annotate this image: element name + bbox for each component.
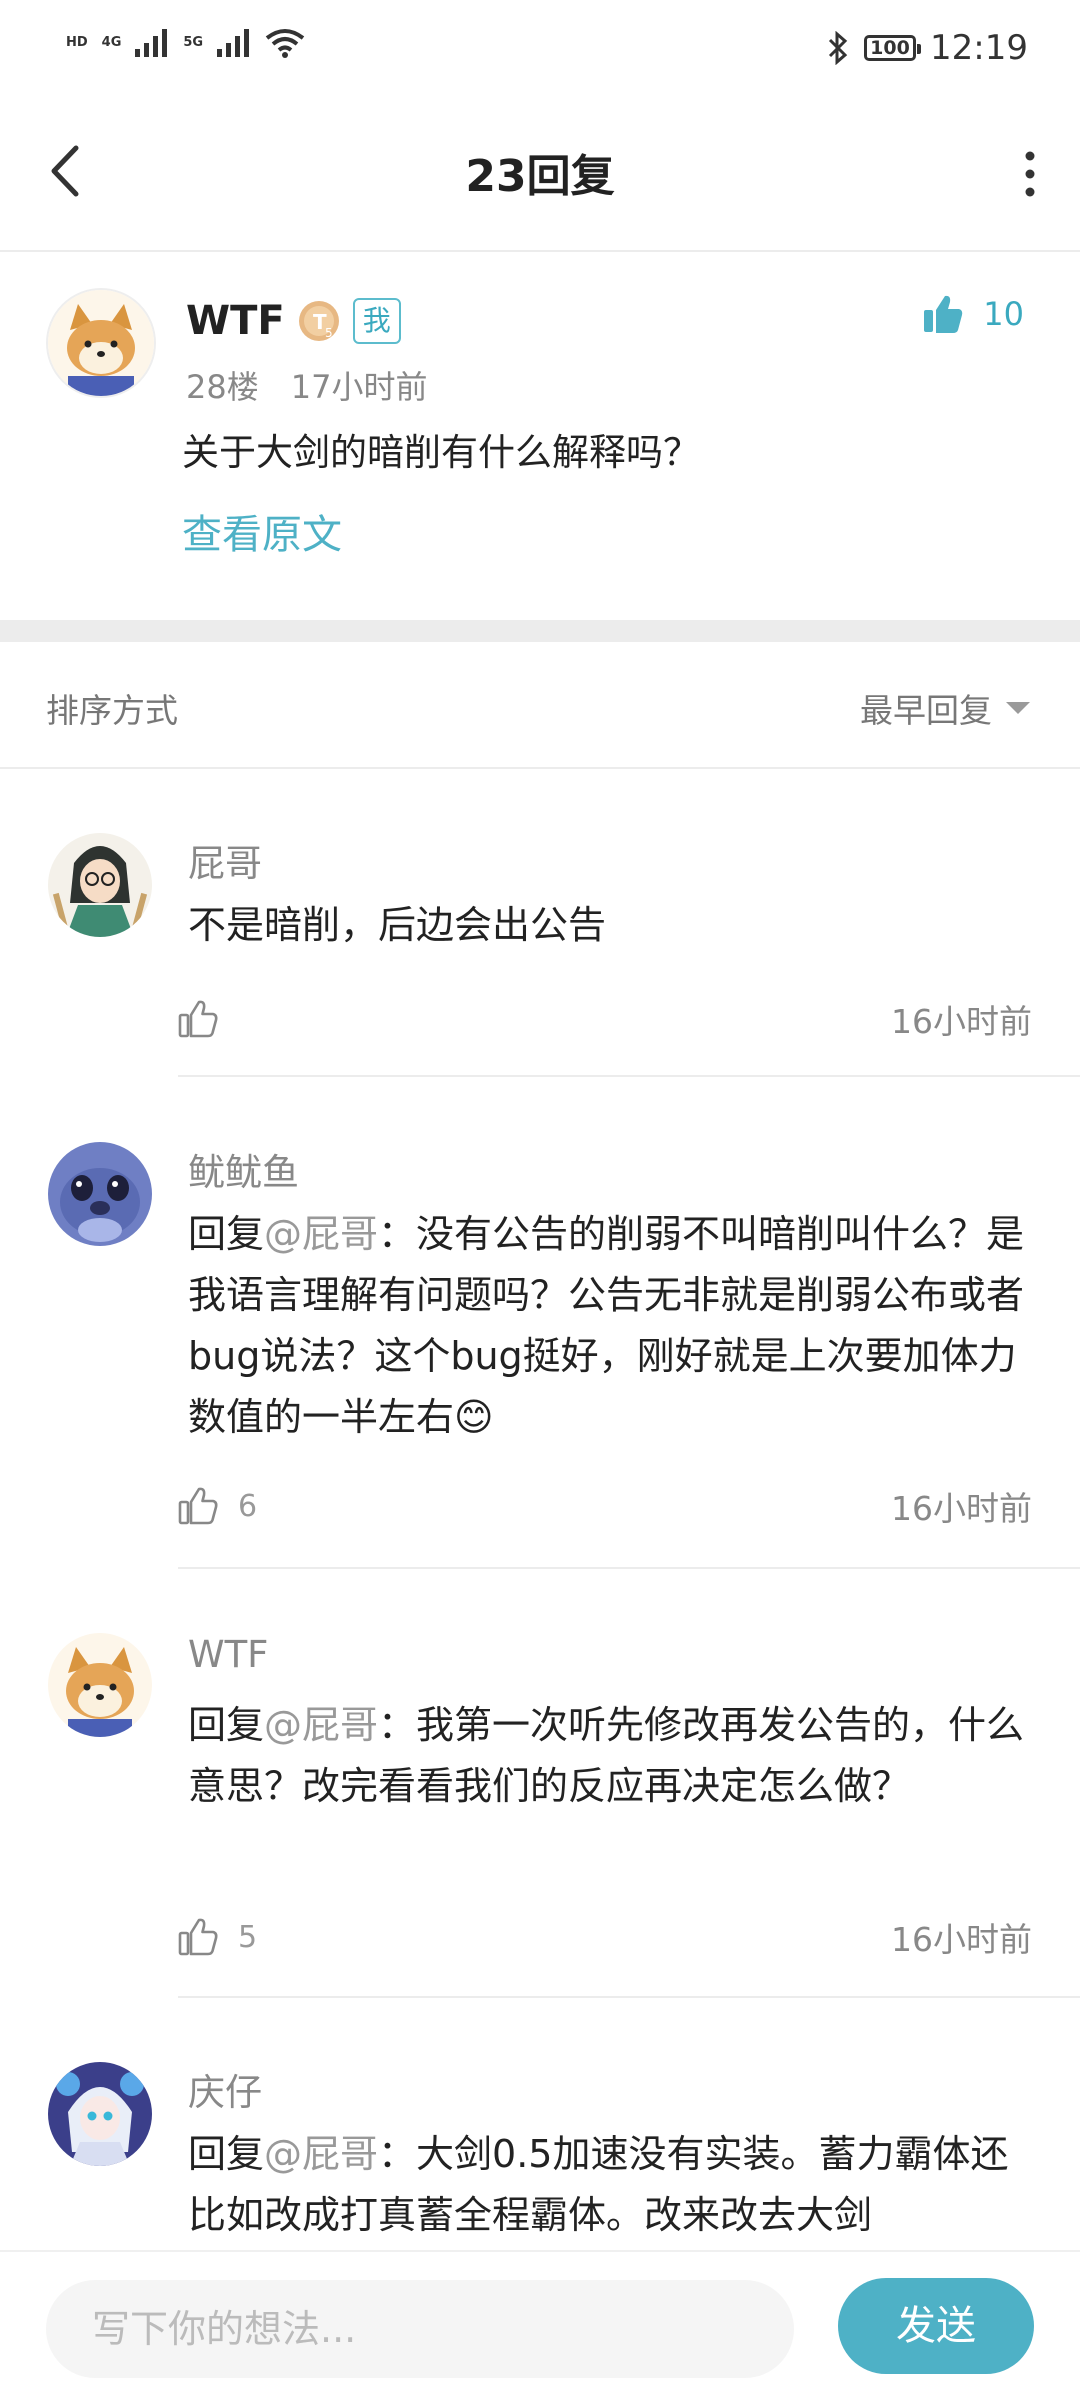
character-avatar-icon [48,833,152,937]
signal-icon [217,29,250,57]
author-row: WTF T 5 我 [186,298,401,344]
reply-item: 鱿鱿鱼 回复@屁哥：没有公告的削弱不叫暗削叫什么？是我语言理解有问题吗？公告无非… [0,1078,1080,1570]
send-button[interactable]: 发送 [838,2278,1034,2374]
reply-body: 不是暗削，后边会出公告 [188,903,607,947]
reply-time: 16小时前 [891,1002,1032,1041]
svg-text:5: 5 [325,326,333,340]
stitch-avatar-icon [48,1142,152,1246]
status-right: 100 12:19 [826,28,1028,68]
avatar[interactable] [48,1633,152,1737]
5g-indicator: 5G [183,35,204,50]
like-count: 10 [983,295,1024,333]
reply-divider [178,1075,1080,1077]
page-title: 23回复 [465,151,615,202]
post-meta: 28楼 17小时前 [186,362,427,408]
reply-author[interactable]: 屁哥 [188,833,262,887]
reply-item: 庆仔 回复@屁哥：大剑0.5加速没有实装。蓄力霸体还比如改成打真蓄全程霸体。改来… [0,1998,1080,2250]
me-badge: 我 [352,298,401,344]
caret-down-icon [1006,702,1030,714]
more-options-button[interactable] [1010,144,1050,204]
battery-icon: 100 [864,35,922,61]
post-content: 关于大剑的暗削有什么解释吗？ [182,431,700,474]
reply-like-button[interactable]: 6 [176,1484,257,1528]
character-avatar-icon [48,2062,152,2166]
reply-content: 回复@屁哥：没有公告的削弱不叫暗削叫什么？是我语言理解有问题吗？公告无非就是削弱… [188,1204,1038,1448]
post-time: 17小时前 [290,368,428,406]
signal-icon [135,29,168,57]
reply-item: WTF 回复@屁哥：我第一次听先修改再发公告的，什么意思？改完看看我们的反应再决… [0,1569,1080,1999]
reply-like-button[interactable] [176,997,238,1041]
thumbs-up-icon [178,1000,218,1038]
reply-like-count: 5 [238,1919,258,1955]
shiba-avatar-icon [48,290,154,396]
hd-indicator: HD [66,35,88,50]
reply-like-count: 6 [238,1488,258,1524]
clock: 12:19 [930,28,1028,68]
reply-footer: 6 16小时前 [176,1482,1032,1530]
reply-mention[interactable]: @屁哥 [264,1703,378,1747]
reply-like-button[interactable]: 5 [176,1915,257,1959]
reply-prefix: 回复 [188,1212,265,1256]
status-bar: HD 4G 5G 100 12:19 [0,0,1080,100]
sort-label: 排序方式 [46,691,178,730]
reply-content: 不是暗削，后边会出公告 [188,895,1038,956]
sort-bar: 排序方式 最早回复 [0,642,1080,769]
section-divider [0,620,1080,642]
thumbs-up-icon [178,1487,218,1525]
post-like-button[interactable]: 10 [921,292,1024,336]
view-original-link[interactable]: 查看原文 [182,502,342,560]
network-indicators: HD 4G 5G [66,28,305,58]
reply-item: 屁哥 不是暗削，后边会出公告 16小时前 [0,769,1080,1079]
reply-content: 回复@屁哥：大剑0.5加速没有实装。蓄力霸体还比如改成打真蓄全程霸体。改来改去大… [188,2124,1038,2246]
reply-author[interactable]: 鱿鱿鱼 [188,1142,299,1196]
avatar[interactable] [48,1142,152,1246]
sort-selected: 最早回复 [860,691,992,730]
4g-indicator: 4G [101,35,122,50]
more-vertical-icon [1025,151,1035,197]
sort-dropdown[interactable]: 最早回复 [860,684,1030,732]
shiba-avatar-icon [48,1633,152,1737]
reply-mention[interactable]: @屁哥 [264,1212,378,1256]
reply-time: 16小时前 [891,1920,1032,1959]
reply-time: 16小时前 [891,1489,1032,1528]
original-post: WTF T 5 我 28楼 17小时前 关于大剑的暗削有什么解释吗？ 查看原文 … [0,250,1080,620]
header: 23回复 [0,100,1080,252]
reply-prefix: 回复 [188,2132,265,2176]
level-badge-icon: T 5 [298,301,339,341]
reply-mention[interactable]: @屁哥 [264,2132,378,2176]
reply-author[interactable]: 庆仔 [188,2062,262,2116]
avatar[interactable] [48,833,152,937]
avatar[interactable] [46,288,156,398]
reply-prefix: 回复 [188,1703,265,1747]
reply-footer: 16小时前 [176,995,1032,1043]
comment-input[interactable]: 写下你的想法... [46,2280,794,2378]
floor-number: 28楼 [186,368,259,406]
reply-footer: 5 16小时前 [176,1913,1032,1961]
thumbs-up-icon [178,1918,218,1956]
author-name[interactable]: WTF [186,298,285,344]
wifi-icon [265,29,305,58]
comment-input-bar: 写下你的想法... 发送 [0,2250,1080,2402]
reply-content: 回复@屁哥：我第一次听先修改再发公告的，什么意思？改完看看我们的反应再决定怎么做… [188,1695,1038,1817]
avatar[interactable] [48,2062,152,2166]
reply-author[interactable]: WTF [188,1633,268,1676]
bluetooth-icon [828,31,848,65]
thumbs-up-filled-icon [924,295,963,333]
